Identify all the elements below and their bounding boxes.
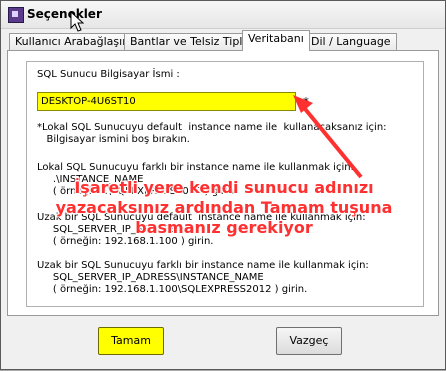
options-window: Seçenekler Kullanıcı Arabağlaşımı Bantla… <box>0 0 446 370</box>
tab-database[interactable]: Veritabanı <box>242 30 310 51</box>
annotation-arrow-icon <box>293 95 363 179</box>
mouse-cursor-icon <box>70 11 84 32</box>
